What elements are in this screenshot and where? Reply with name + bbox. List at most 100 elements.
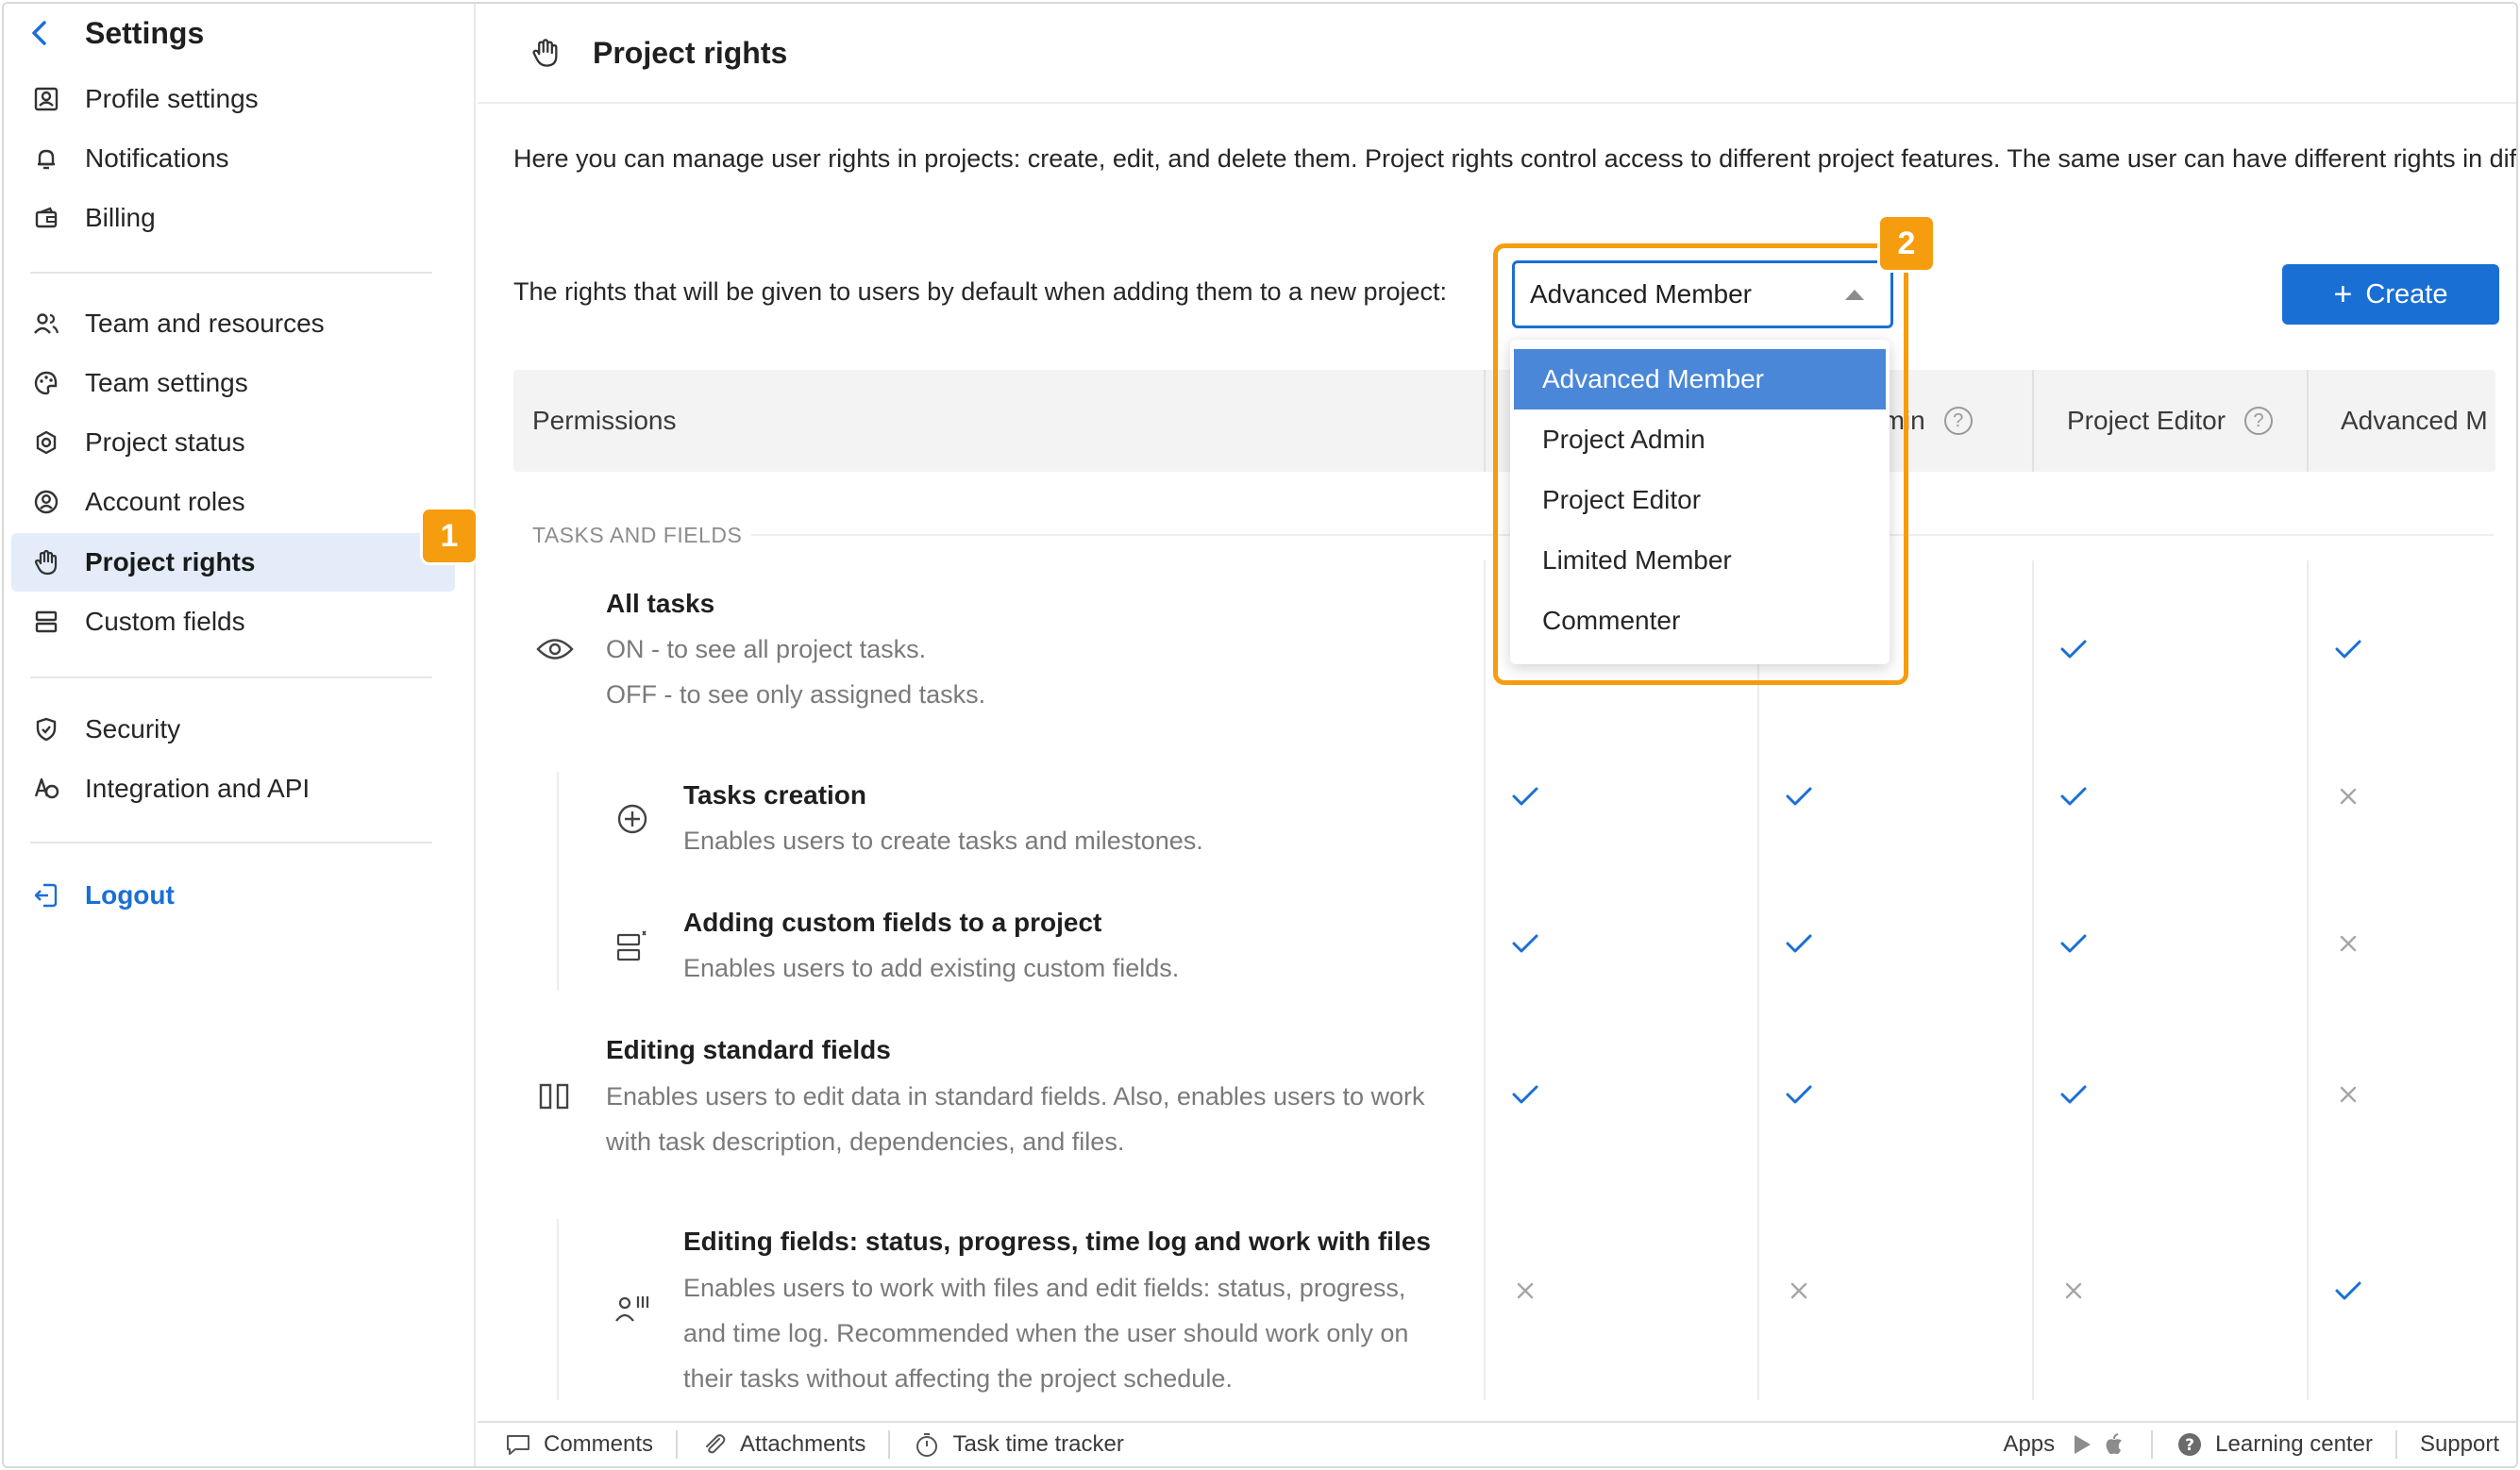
sidebar-item-billing[interactable]: Billing bbox=[11, 189, 455, 247]
permission-title: Tasks creation bbox=[683, 780, 867, 810]
col-header-permissions: Permissions bbox=[532, 406, 677, 435]
footer-apps[interactable]: Apps bbox=[2003, 1430, 2128, 1459]
col-guide bbox=[1484, 560, 1486, 1400]
sidebar-item-custom-fields[interactable]: Custom fields bbox=[11, 593, 455, 651]
footer-support[interactable]: Support bbox=[2420, 1431, 2499, 1458]
check-icon bbox=[1508, 779, 1542, 813]
permission-desc-line: and time log. Recommended when the user … bbox=[683, 1319, 1409, 1347]
sidebar-item-label: Billing bbox=[85, 203, 156, 232]
sidebar-item-label: Project status bbox=[85, 427, 245, 457]
col-guide bbox=[2307, 560, 2309, 1400]
app-window: Settings Profile settings Notifications … bbox=[2, 2, 2518, 1468]
help-icon[interactable]: ? bbox=[2244, 407, 2274, 435]
custom-field-icon bbox=[612, 925, 653, 966]
page-title: Project rights bbox=[593, 35, 788, 70]
sidebar-item-account-roles[interactable]: Account roles bbox=[11, 473, 455, 531]
google-play-icon bbox=[2068, 1430, 2096, 1459]
permission-desc-line: with task description, dependencies, and… bbox=[606, 1128, 1125, 1156]
footer-comments-label: Comments bbox=[544, 1431, 654, 1457]
dropdown-option-limited-member[interactable]: Limited Member bbox=[1510, 530, 1890, 591]
sidebar-item-team-settings[interactable]: Team settings bbox=[11, 354, 455, 412]
eye-icon bbox=[534, 628, 576, 670]
subgroup-guide bbox=[557, 1219, 559, 1400]
profile-icon bbox=[30, 83, 62, 115]
permission-desc-line: OFF - to see only assigned tasks. bbox=[606, 680, 986, 709]
check-icon bbox=[2331, 632, 2365, 666]
check-icon bbox=[1782, 779, 1816, 813]
check-icon bbox=[2057, 779, 2091, 813]
comment-icon bbox=[504, 1430, 532, 1459]
page-description: Here you can manage user rights in proje… bbox=[513, 144, 2518, 173]
cross-icon bbox=[1508, 1274, 1542, 1308]
check-icon bbox=[2331, 1274, 2365, 1308]
fields-icon bbox=[30, 606, 62, 638]
page-header: Project rights bbox=[478, 4, 2516, 104]
logout-label: Logout bbox=[85, 880, 175, 910]
permission-title: Editing fields: status, progress, time l… bbox=[683, 1227, 1431, 1256]
help-icon[interactable]: ? bbox=[1943, 407, 1973, 435]
footer-attachments-label: Attachments bbox=[740, 1431, 866, 1457]
sidebar-item-profile-settings[interactable]: Profile settings bbox=[11, 70, 455, 128]
wallet-icon bbox=[30, 202, 62, 234]
cross-icon bbox=[2057, 1274, 2091, 1308]
cross-icon bbox=[2331, 927, 2365, 961]
palette-icon bbox=[30, 367, 62, 399]
sidebar-item-team-and-resources[interactable]: Team and resources bbox=[11, 294, 455, 353]
create-button[interactable]: + Create bbox=[2282, 264, 2499, 325]
subgroup-guide bbox=[557, 772, 559, 991]
permission-title: All tasks bbox=[606, 589, 715, 618]
sidebar-item-notifications[interactable]: Notifications bbox=[11, 129, 455, 188]
col-guide bbox=[1757, 560, 1759, 1400]
check-icon bbox=[1508, 927, 1542, 961]
col-separator bbox=[2032, 370, 2034, 472]
check-icon bbox=[1782, 1077, 1816, 1111]
dropdown-option-commenter[interactable]: Commenter bbox=[1510, 591, 1890, 651]
help-circle-icon: ? bbox=[2176, 1430, 2204, 1459]
col-separator bbox=[1484, 370, 1486, 472]
section-label: TASKS AND FIELDS bbox=[532, 523, 743, 547]
sidebar-item-label: Profile settings bbox=[85, 84, 259, 113]
footer-comments[interactable]: Comments bbox=[504, 1430, 653, 1459]
check-icon bbox=[2057, 632, 2091, 666]
sidebar-item-label: Team settings bbox=[85, 368, 248, 397]
sidebar-divider bbox=[30, 272, 432, 274]
integration-icon bbox=[30, 773, 62, 805]
dropdown-option-advanced-member[interactable]: Advanced Member bbox=[1514, 349, 1886, 409]
check-icon bbox=[1782, 927, 1816, 961]
sidebar-item-label: Team and resources bbox=[85, 309, 325, 338]
sidebar-item-integration-and-api[interactable]: Integration and API bbox=[11, 760, 455, 818]
col-guide bbox=[2032, 560, 2034, 1400]
hand-icon bbox=[527, 34, 564, 72]
permission-desc-line: their tasks without affecting the projec… bbox=[683, 1364, 1233, 1393]
paperclip-icon bbox=[700, 1430, 729, 1459]
footer-support-label: Support bbox=[2419, 1431, 2499, 1457]
footer-learning-center[interactable]: ? Learning center bbox=[2176, 1430, 2373, 1459]
footer-learning-label: Learning center bbox=[2215, 1431, 2373, 1457]
columns-icon bbox=[534, 1076, 576, 1117]
col-header-label: Project Editor bbox=[2067, 406, 2226, 435]
col-header-label: Advanced M bbox=[2341, 406, 2488, 435]
back-button[interactable] bbox=[23, 16, 57, 50]
user-circle-icon bbox=[30, 486, 62, 518]
sidebar-item-project-rights[interactable]: Project rights bbox=[11, 533, 455, 592]
sidebar-item-security[interactable]: Security bbox=[11, 700, 455, 759]
sidebar-divider bbox=[30, 677, 432, 678]
default-rights-label: The rights that will be given to users b… bbox=[513, 277, 1448, 306]
sidebar-item-label: Integration and API bbox=[85, 774, 311, 803]
cross-icon bbox=[2331, 1077, 2365, 1111]
dropdown-option-project-editor[interactable]: Project Editor bbox=[1510, 470, 1890, 530]
chevron-left-icon bbox=[32, 21, 46, 45]
sidebar-item-project-status[interactable]: Project status bbox=[11, 413, 455, 472]
footer-time-tracker[interactable]: Task time tracker bbox=[913, 1430, 1124, 1459]
footer-attachments[interactable]: Attachments bbox=[700, 1430, 865, 1459]
plus-icon: + bbox=[2333, 276, 2353, 312]
dropdown-option-project-admin[interactable]: Project Admin bbox=[1510, 409, 1890, 470]
sidebar-item-label: Account roles bbox=[85, 487, 245, 516]
team-icon bbox=[30, 308, 62, 340]
plus-circle-icon bbox=[612, 798, 653, 840]
permission-desc-line: Enables users to edit data in standard f… bbox=[606, 1082, 1425, 1111]
permission-desc-line: Enables users to create tasks and milest… bbox=[683, 827, 1203, 855]
sidebar-divider bbox=[30, 842, 432, 844]
logout-button[interactable]: Logout bbox=[11, 866, 455, 925]
user-bars-icon bbox=[612, 1289, 653, 1330]
